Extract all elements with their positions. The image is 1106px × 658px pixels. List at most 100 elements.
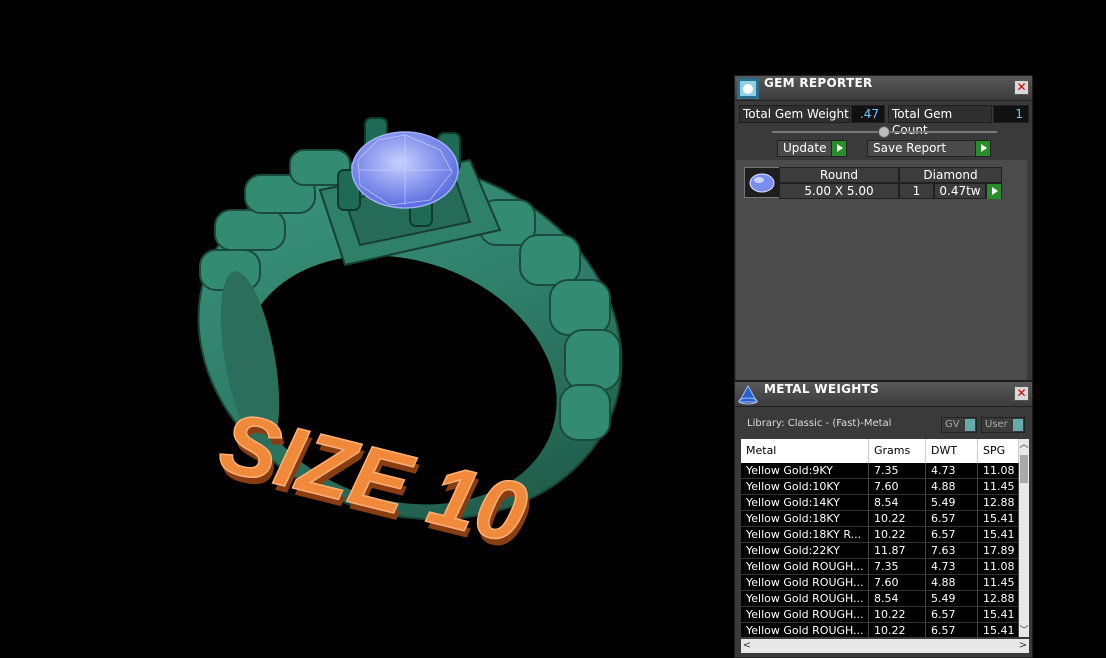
grams-cell: 8.54 xyxy=(869,495,926,511)
total-gem-count-label: Total Gem Count xyxy=(888,105,992,137)
grams-cell: 11.87 xyxy=(869,543,926,559)
grams-cell: 10.22 xyxy=(869,527,926,543)
table-row[interactable]: Yellow Gold ROUGH... 10.22 6.57 15.41 xyxy=(741,623,1019,637)
gem-reporter-icon xyxy=(737,78,759,99)
dwt-cell: 6.57 xyxy=(926,607,978,623)
metal-weights-title: METAL WEIGHTS xyxy=(764,382,880,396)
ring-model-render: SIZE 10 SIZE 10 xyxy=(197,117,623,569)
grams-cell: 8.54 xyxy=(869,591,926,607)
dwt-cell: 6.57 xyxy=(926,623,978,637)
spg-cell: 15.41 xyxy=(978,623,1019,637)
dwt-cell: 6.57 xyxy=(926,527,978,543)
spg-cell: 15.41 xyxy=(978,511,1019,527)
grams-cell: 10.22 xyxy=(869,607,926,623)
metal-weights-icon xyxy=(738,384,758,405)
spg-cell: 15.41 xyxy=(978,527,1019,543)
metal-cell: Yellow Gold:9KY xyxy=(741,463,869,479)
metal-cell: Yellow Gold:22KY xyxy=(741,543,869,559)
user-toggle[interactable]: User xyxy=(981,417,1025,433)
table-row[interactable]: Yellow Gold:18KY R... 10.22 6.57 15.41 xyxy=(741,527,1019,543)
play-icon xyxy=(975,141,990,156)
metal-weights-titlebar[interactable]: METAL WEIGHTS ✕ xyxy=(735,382,1032,407)
gem-slider-handle[interactable] xyxy=(878,126,890,138)
metal-weights-panel: METAL WEIGHTS ✕ Library: Classic - (Fast… xyxy=(734,381,1033,658)
spg-cell: 11.45 xyxy=(978,575,1019,591)
metal-weights-table: Metal Grams DWT SPG Yellow Gold:9KY 7.35 4… xyxy=(741,439,1029,637)
spg-cell: 11.08 xyxy=(978,559,1019,575)
horizontal-scrollbar[interactable]: < > xyxy=(741,639,1029,653)
spg-cell: 11.08 xyxy=(978,463,1019,479)
table-row[interactable]: Yellow Gold ROUGH... 7.60 4.88 11.45 xyxy=(741,575,1019,591)
spg-cell: 12.88 xyxy=(978,495,1019,511)
dwt-cell: 5.49 xyxy=(926,591,978,607)
table-row[interactable]: Yellow Gold:18KY 10.22 6.57 15.41 xyxy=(741,511,1019,527)
scroll-thumb[interactable] xyxy=(1020,455,1028,483)
scroll-right-icon[interactable]: > xyxy=(1017,639,1029,653)
metal-cell: Yellow Gold:10KY xyxy=(741,479,869,495)
column-header-metal[interactable]: Metal xyxy=(741,439,869,463)
metal-cell: Yellow Gold ROUGH... xyxy=(741,607,869,623)
update-button-label: Update xyxy=(783,141,827,155)
metal-cell: Yellow Gold ROUGH... xyxy=(741,559,869,575)
gem-type: Diamond xyxy=(899,167,1002,183)
table-row[interactable]: Yellow Gold:14KY 8.54 5.49 12.88 xyxy=(741,495,1019,511)
scroll-down-icon[interactable]: ﹀ xyxy=(1019,625,1029,637)
metal-cell: Yellow Gold:14KY xyxy=(741,495,869,511)
total-gem-weight-label: Total Gem Weight xyxy=(739,105,850,123)
dwt-cell: 4.73 xyxy=(926,463,978,479)
library-label: Library: Classic - (Fast)-Metal xyxy=(747,418,892,429)
table-row[interactable]: Yellow Gold:22KY 11.87 7.63 17.89 xyxy=(741,543,1019,559)
spg-cell: 12.88 xyxy=(978,591,1019,607)
table-row[interactable]: Yellow Gold ROUGH... 7.35 4.73 11.08 xyxy=(741,559,1019,575)
update-button[interactable]: Update xyxy=(777,140,847,157)
column-header-spg[interactable]: SPG xyxy=(978,439,1019,463)
table-row[interactable]: Yellow Gold:9KY 7.35 4.73 11.08 xyxy=(741,463,1019,479)
dwt-cell: 4.73 xyxy=(926,559,978,575)
gem-size: 5.00 X 5.00 xyxy=(779,183,899,199)
dwt-cell: 4.88 xyxy=(926,479,978,495)
gem-count: 1 xyxy=(899,183,934,199)
column-header-grams[interactable]: Grams xyxy=(869,439,926,463)
dwt-cell: 5.49 xyxy=(926,495,978,511)
spg-cell: 15.41 xyxy=(978,607,1019,623)
gem-shape: Round xyxy=(779,167,899,183)
gv-label: GV xyxy=(945,419,960,430)
user-label: User xyxy=(985,419,1008,430)
close-icon[interactable]: ✕ xyxy=(1014,386,1029,401)
table-row[interactable]: Yellow Gold ROUGH... 8.54 5.49 12.88 xyxy=(741,591,1019,607)
table-row[interactable]: Yellow Gold:10KY 7.60 4.88 11.45 xyxy=(741,479,1019,495)
toggle-icon xyxy=(1013,419,1023,431)
spg-cell: 11.45 xyxy=(978,479,1019,495)
table-row[interactable]: Yellow Gold ROUGH... 10.22 6.57 15.41 xyxy=(741,607,1019,623)
gem-list: Round Diamond 5.00 X 5.00 1 0.47tw xyxy=(736,160,1027,380)
scroll-left-icon[interactable]: < xyxy=(741,639,753,653)
play-icon xyxy=(986,184,1001,199)
dwt-cell: 7.63 xyxy=(926,543,978,559)
round-diamond-icon[interactable] xyxy=(744,167,780,198)
grams-cell: 7.60 xyxy=(869,479,926,495)
total-gem-count-value: 1 xyxy=(993,105,1029,123)
save-report-button[interactable]: Save Report xyxy=(867,140,991,157)
toggle-icon xyxy=(965,419,975,431)
close-icon[interactable]: ✕ xyxy=(1014,80,1029,95)
grams-cell: 10.22 xyxy=(869,511,926,527)
metal-cell: Yellow Gold:18KY xyxy=(741,511,869,527)
grams-cell: 7.35 xyxy=(869,463,926,479)
metal-cell: Yellow Gold ROUGH... xyxy=(741,623,869,637)
dwt-cell: 4.88 xyxy=(926,575,978,591)
total-gem-weight-value: .47 xyxy=(851,105,885,123)
gem-reporter-titlebar[interactable]: GEM REPORTER ✕ xyxy=(735,76,1032,101)
gv-toggle[interactable]: GV xyxy=(941,417,977,433)
gem-reporter-panel: GEM REPORTER ✕ Total Gem Weight .47 Tota… xyxy=(734,75,1033,381)
play-icon xyxy=(831,141,846,156)
table-header: Metal Grams DWT SPG xyxy=(741,439,1019,463)
scroll-up-icon[interactable]: ︿ xyxy=(1019,439,1029,451)
vertical-scrollbar[interactable]: ︿ ﹀ xyxy=(1019,439,1029,637)
3d-viewport[interactable]: SIZE 10 SIZE 10 xyxy=(0,0,730,658)
column-header-dwt[interactable]: DWT xyxy=(926,439,978,463)
grams-cell: 7.35 xyxy=(869,559,926,575)
gem-detail-button[interactable] xyxy=(986,183,1002,199)
gem-weight: 0.47tw xyxy=(934,183,986,199)
gem-reporter-title: GEM REPORTER xyxy=(764,76,873,90)
spg-cell: 17.89 xyxy=(978,543,1019,559)
